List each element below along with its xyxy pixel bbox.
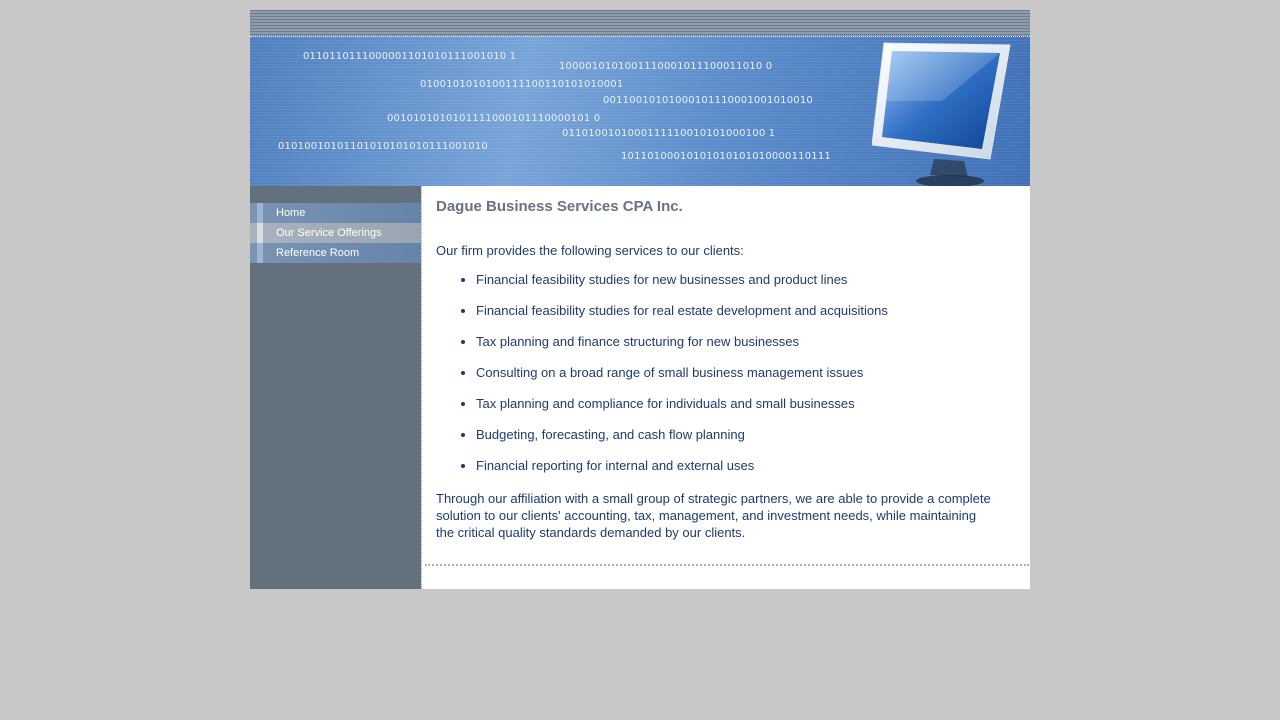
sidebar: Home Our Service Offerings Reference Roo… [250, 186, 421, 589]
binary-text: 10110100010101010101010000110111 [621, 151, 831, 162]
top-stripe [250, 10, 1030, 36]
list-item: Consulting on a broad range of small bus… [476, 363, 888, 394]
nav-marker [257, 203, 263, 223]
divider [425, 564, 1029, 566]
list-item: Tax planning and finance structuring for… [476, 332, 888, 363]
sidebar-item-our-service-offerings[interactable]: Our Service Offerings [250, 223, 421, 243]
sidebar-item-reference-room[interactable]: Reference Room [250, 243, 421, 263]
sidebar-item-home[interactable]: Home [250, 203, 421, 223]
page-title: Dague Business Services CPA Inc. [436, 198, 683, 215]
nav-marker [257, 243, 263, 263]
sidebar-item-label: Reference Room [276, 247, 360, 259]
list-item: Tax planning and compliance for individu… [476, 394, 888, 425]
computer-monitor-icon [872, 42, 1011, 186]
binary-text: 0110100101000111110010101000100 1 [562, 128, 776, 139]
intro-text: Our firm provides the following services… [436, 243, 744, 258]
list-item: Financial reporting for internal and ext… [476, 456, 888, 487]
binary-text: 0100101010100111100110101010001 [420, 79, 624, 90]
binary-text: 0010101010101111000101110000101 0 [387, 113, 601, 124]
sidebar-item-label: Home [276, 207, 306, 219]
services-list: Financial feasibility studies for new bu… [436, 270, 888, 487]
list-item: Financial feasibility studies for real e… [476, 301, 888, 332]
binary-text: 0110110111000001101010111001010 1 [303, 51, 517, 62]
binary-text: 01010010101101010101010111001010 [278, 141, 488, 152]
page-wrapper: 0110110111000001101010111001010 1 100001… [250, 10, 1030, 589]
sidebar-item-label: Our Service Offerings [276, 227, 382, 239]
header-banner: 0110110111000001101010111001010 1 100001… [250, 36, 1030, 187]
main-content: Dague Business Services CPA Inc. Our fir… [421, 186, 1030, 589]
binary-text: 1000010101001110001011100011010 0 [559, 61, 773, 72]
list-item: Budgeting, forecasting, and cash flow pl… [476, 425, 888, 456]
list-item: Financial feasibility studies for new bu… [476, 270, 888, 301]
closing-paragraph: Through our affiliation with a small gro… [436, 491, 991, 540]
nav-marker [257, 223, 263, 243]
binary-text: 00110010101000101110001001010010 [603, 95, 813, 106]
